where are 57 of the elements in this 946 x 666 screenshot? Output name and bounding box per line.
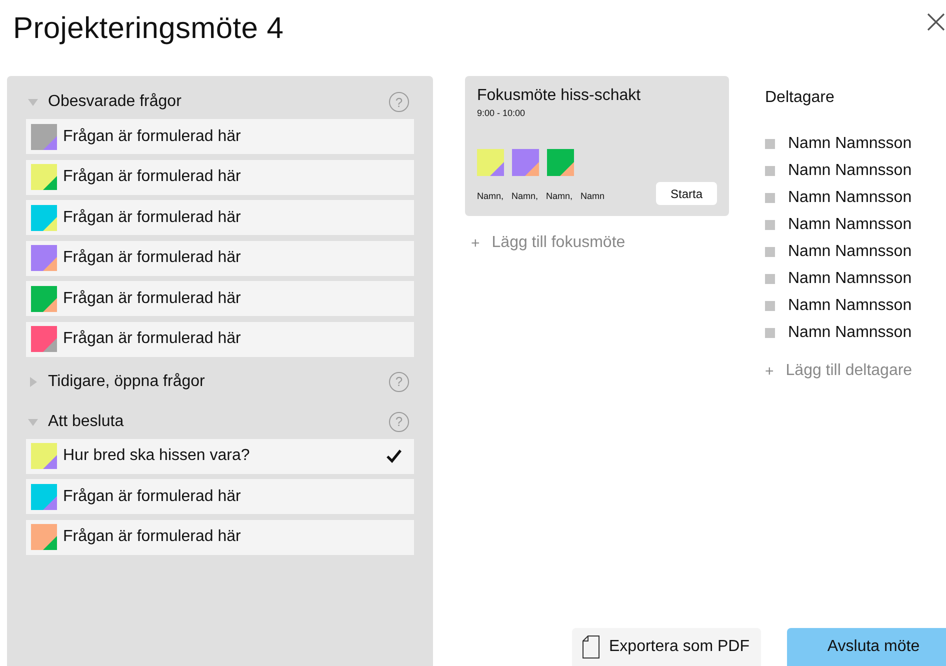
plus-icon[interactable]: + [765,362,774,380]
question-text: Frågan är formulerad här [63,488,242,506]
question-text: Frågan är formulerad här [63,208,242,226]
participant-icon [765,192,775,202]
section-heading[interactable]: Att besluta [48,412,389,430]
export-pdf-button[interactable]: Exportera som PDF [572,628,761,666]
add-focus-meeting-link[interactable]: Lägg till fokusmöte [492,234,626,252]
question-text: Frågan är formulerad här [63,249,242,267]
finish-meeting-button[interactable]: Avsluta möte [787,628,946,666]
question-item[interactable]: Frågan är formulerad här [26,322,414,356]
participant-icon [765,166,775,176]
question-text: Hur bred ska hissen vara? [63,447,251,465]
participant-icon [765,274,775,284]
document-icon [582,635,600,659]
question-item[interactable]: Frågan är formulerad här [26,240,414,276]
section-heading[interactable]: Tidigare, öppna frågor [48,372,389,390]
triangle-icon[interactable] [28,376,38,386]
question-item[interactable]: Hur bred ska hissen vara? [26,438,414,474]
participant-icon [765,328,775,338]
participant-name: Namn, [512,191,538,201]
question-item[interactable]: Frågan är formulerad här [26,281,414,316]
question-text: Frågan är formulerad här [63,168,242,186]
participant-name: Namn Namnsson [788,162,912,180]
participant-name: Namn, [477,191,504,201]
question-item[interactable]: Frågan är formulerad här [26,200,414,235]
add-participant-link[interactable]: Lägg till deltagare [786,362,912,380]
participant-icon [765,246,775,256]
start-button[interactable]: Starta [656,182,717,205]
participant-icon [765,300,775,310]
triangle-icon[interactable] [28,97,38,107]
participant-name: Namn Namnsson [788,324,912,342]
participant-name: Namn Namnsson [788,242,912,260]
close-icon[interactable] [926,12,946,32]
triangle-icon[interactable] [28,416,38,426]
question-item[interactable]: Frågan är formulerad här [26,160,414,194]
question-text: Frågan är formulerad här [63,290,242,308]
section-heading[interactable]: Obesvarade frågor [48,93,389,111]
plus-icon[interactable]: + [471,234,480,252]
participant-icon [765,138,775,148]
participant-name: Namn Namnsson [788,216,912,234]
participant-name: Namn Namnsson [788,134,912,152]
participant-icon [765,220,775,230]
question-text: Frågan är formulerad här [63,330,242,348]
question-item[interactable]: Frågan är formulerad här [26,479,414,514]
question-item[interactable]: Frågan är formulerad här [26,119,414,154]
question-item[interactable]: Frågan är formulerad här [26,520,414,554]
meeting-title: Fokusmöte hiss-schakt [477,87,642,105]
meeting-time: 9:00 - 10:00 [477,108,526,118]
participant-name: Namn, [546,191,573,201]
participants-heading: Deltagare [765,89,836,107]
question-text: Frågan är formulerad här [63,128,242,146]
question-text: Frågan är formulerad här [63,528,242,546]
participant-name: Namn Namnsson [788,188,912,206]
participant-name: Namn Namnsson [788,296,912,314]
page-title: Projekteringsmöte 4 [13,12,284,46]
participant-name: Namn [580,191,605,201]
participant-name: Namn Namnsson [788,270,912,288]
